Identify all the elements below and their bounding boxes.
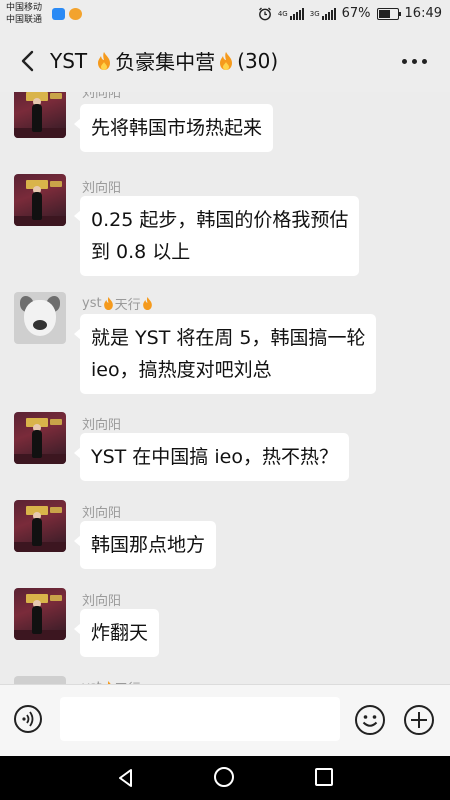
title-prefix: YST (50, 48, 88, 73)
plus-icon[interactable] (403, 704, 435, 736)
signal-1-icon (289, 7, 304, 20)
fire-icon (103, 297, 113, 310)
message-bubble[interactable]: 炸翻天 (73, 609, 160, 657)
avatar[interactable] (14, 92, 66, 138)
clock: 16:49 (404, 6, 442, 21)
carrier-1: 中国移动 (6, 3, 43, 13)
network-2: 3G (309, 9, 320, 18)
message-bubble[interactable]: 先将韩国市场热起来 (73, 104, 274, 152)
chat-title: YST 负豪集中营 (30) (50, 46, 278, 75)
carrier-2: 中国联通 (6, 15, 43, 25)
sender-main: 天行 (114, 298, 141, 313)
carrier-info: 中国移动 中国联通 (6, 2, 42, 26)
avatar[interactable] (14, 588, 66, 640)
signal-2-icon (321, 7, 336, 20)
sender-prefix: yst (82, 296, 102, 311)
avatar[interactable] (14, 174, 66, 226)
chevron-left-icon[interactable] (14, 47, 42, 75)
message-bubble[interactable]: YST 在中国搞 ieo，热不热？ (74, 433, 349, 481)
message-input[interactable] (60, 697, 340, 741)
fire-icon (142, 297, 152, 310)
member-count: (30) (237, 48, 279, 73)
message-bubble[interactable]: 就是 YST 将在周 5，韩国搞一轮 ieo，搞热度对吧刘总 (73, 314, 377, 394)
title-main: 负豪集中营 (115, 50, 216, 74)
sender-name: yst 天行 (82, 294, 154, 313)
voice-icon[interactable] (13, 704, 43, 734)
weibo-notification-icon (69, 8, 82, 20)
alarm-icon (258, 7, 271, 20)
more-dots-icon[interactable] (402, 52, 430, 70)
nav-home-icon[interactable] (214, 767, 234, 787)
sender-name: 刘向阳 (82, 418, 122, 433)
battery-percent: 67% (341, 6, 371, 21)
input-bar (0, 684, 450, 757)
sender-name: 刘向阳 (82, 92, 122, 101)
sender-name: 刘向阳 (82, 181, 122, 196)
system-nav-bar (0, 756, 450, 800)
nav-recent-icon[interactable] (315, 768, 333, 786)
sender-name: 刘向阳 (82, 506, 122, 521)
fire-icon (220, 51, 233, 70)
emoji-icon[interactable] (354, 704, 386, 736)
status-bar: 中国移动 中国联通 4G 3G 67% 16:49 (0, 0, 450, 30)
message-bubble[interactable]: 韩国那点地方 (73, 521, 217, 569)
network-1: 4G (277, 9, 288, 18)
status-right: 4G 3G 67% 16:49 (258, 6, 442, 21)
notification-icons (52, 8, 82, 20)
message-bubble[interactable]: 0.25 起步，韩国的价格我预估 到 0.8 以上 (73, 196, 360, 276)
battery-icon (376, 7, 401, 20)
avatar[interactable] (14, 412, 66, 464)
app-notification-icon (52, 8, 65, 20)
avatar[interactable] (14, 292, 66, 344)
nav-back-icon[interactable] (116, 768, 136, 788)
avatar[interactable] (14, 676, 66, 684)
fire-icon (98, 51, 111, 70)
message-list[interactable]: 刘向阳 先将韩国市场热起来 刘向阳 0.25 起步，韩国的价格我预估 到 0.8… (0, 92, 450, 684)
avatar[interactable] (14, 500, 66, 552)
chat-header: YST 负豪集中营 (30) (0, 30, 450, 92)
sender-name: 刘向阳 (82, 594, 122, 609)
